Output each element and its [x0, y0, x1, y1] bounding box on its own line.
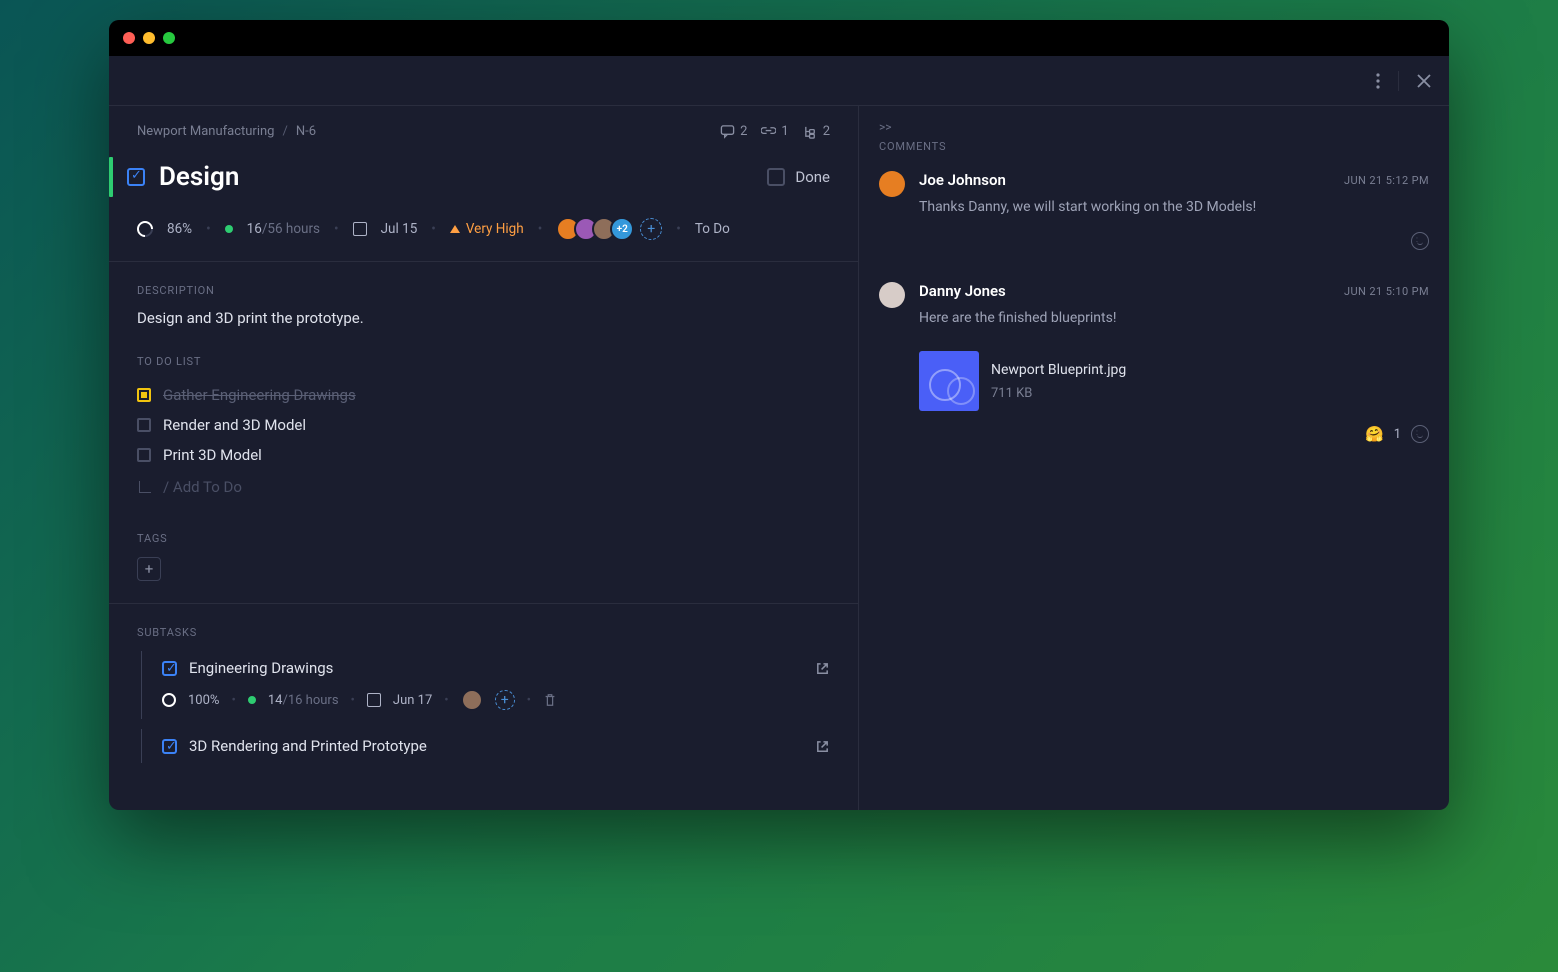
todo-section: To Do List Gather Engineering Drawings R…: [109, 349, 858, 526]
add-todo-input[interactable]: / Add To Do: [137, 470, 830, 504]
assignee-avatars[interactable]: +2 +: [556, 217, 662, 241]
more-menu-icon[interactable]: [1376, 73, 1380, 89]
stat-comments[interactable]: 2: [720, 124, 747, 139]
progress-percent[interactable]: 86%: [167, 221, 192, 237]
section-label: Subtasks: [137, 626, 830, 639]
close-icon[interactable]: [1417, 74, 1431, 88]
priority[interactable]: Very High: [450, 221, 524, 237]
divider: [1398, 71, 1399, 91]
add-assignee-button[interactable]: +: [495, 690, 515, 710]
avatar[interactable]: [879, 171, 905, 197]
add-reaction-icon[interactable]: [1411, 425, 1429, 443]
comment-item: Joe Johnson Jun 21 5:12 PM Thanks Danny,…: [879, 171, 1429, 250]
attachment-name: Newport Blueprint.jpg: [991, 362, 1126, 378]
branch-icon: [139, 481, 151, 493]
comment-text: Thanks Danny, we will start working on t…: [919, 197, 1429, 218]
section-label: To Do List: [137, 355, 830, 368]
status-dot-icon: [225, 225, 233, 233]
subtasks-section: Subtasks Engineering Drawings 100%: [109, 604, 858, 785]
tags-section: Tags +: [109, 526, 858, 603]
comments-panel: >> Comments Joe Johnson Jun 21 5:12 PM T…: [859, 106, 1449, 810]
page-title[interactable]: Design: [159, 162, 239, 192]
todo-item[interactable]: Gather Engineering Drawings: [137, 380, 830, 410]
priority-up-icon: [450, 225, 460, 233]
description-text[interactable]: Design and 3D print the prototype.: [137, 309, 830, 327]
status-label[interactable]: To Do: [695, 221, 730, 237]
todo-checkbox[interactable]: [137, 418, 151, 432]
app-window: Newport Manufacturing / N-6 2 1: [109, 20, 1449, 810]
avatar-more[interactable]: +2: [610, 217, 634, 241]
hours[interactable]: 16/56 hours: [247, 221, 320, 237]
comment-text: Here are the finished blueprints!: [919, 308, 1429, 329]
progress-ring-icon: [134, 218, 157, 241]
subtask-item[interactable]: 3D Rendering and Printed Prototype: [141, 729, 830, 763]
breadcrumb-project[interactable]: Newport Manufacturing: [137, 124, 274, 139]
todo-checkbox[interactable]: [137, 448, 151, 462]
subtask-icon: [803, 124, 818, 139]
collapse-chevron-icon[interactable]: >>: [879, 120, 1429, 134]
due-date[interactable]: Jul 15: [381, 221, 418, 237]
breadcrumb[interactable]: Newport Manufacturing / N-6: [137, 124, 316, 139]
section-label: Description: [137, 284, 830, 297]
attachment-thumbnail[interactable]: [919, 351, 979, 411]
done-toggle[interactable]: Done: [767, 168, 830, 186]
window-close-dot[interactable]: [123, 32, 135, 44]
task-type-icon: [127, 168, 145, 186]
subtask-item[interactable]: Engineering Drawings 100% • 14/16 hours …: [141, 651, 830, 719]
comment-author[interactable]: Danny Jones: [919, 282, 1006, 300]
trash-icon[interactable]: [543, 693, 557, 707]
todo-checkbox[interactable]: [137, 388, 151, 402]
reaction-count: 1: [1394, 427, 1401, 442]
meta-row: 86% • 16/56 hours • Jul 15 • Very High •: [137, 217, 830, 261]
topbar: [109, 56, 1449, 106]
comment-timestamp: Jun 21 5:12 PM: [1344, 174, 1429, 187]
progress-ring-icon: [159, 690, 179, 710]
reaction-emoji[interactable]: 🤗: [1365, 425, 1384, 443]
subtask-meta: 100% • 14/16 hours • Jun 17 • + •: [162, 689, 830, 711]
description-section: Description Design and 3D print the prot…: [109, 262, 858, 349]
todo-item[interactable]: Render and 3D Model: [137, 410, 830, 440]
attachment[interactable]: Newport Blueprint.jpg 711 KB: [919, 351, 1429, 411]
task-type-icon: [162, 739, 177, 754]
calendar-icon: [367, 693, 381, 707]
avatar[interactable]: [461, 689, 483, 711]
breadcrumb-sep: /: [282, 124, 287, 139]
titlebar: [109, 20, 1449, 56]
add-assignee-button[interactable]: +: [640, 218, 662, 240]
add-reaction-icon[interactable]: [1411, 232, 1429, 250]
section-label: Comments: [879, 140, 1429, 153]
breadcrumb-id[interactable]: N-6: [296, 124, 316, 139]
done-checkbox[interactable]: [767, 168, 785, 186]
window-zoom-dot[interactable]: [163, 32, 175, 44]
task-type-icon: [162, 661, 177, 676]
status-dot-icon: [248, 696, 256, 704]
attachment-size: 711 KB: [991, 386, 1126, 401]
open-external-icon[interactable]: [815, 661, 830, 676]
stat-subtasks[interactable]: 2: [803, 124, 830, 139]
avatar[interactable]: [879, 282, 905, 308]
open-external-icon[interactable]: [815, 739, 830, 754]
comment-icon: [720, 124, 735, 139]
comment-author[interactable]: Joe Johnson: [919, 171, 1006, 189]
calendar-icon: [353, 222, 367, 236]
todo-item[interactable]: Print 3D Model: [137, 440, 830, 470]
add-tag-button[interactable]: +: [137, 557, 161, 581]
content-area: Newport Manufacturing / N-6 2 1: [109, 106, 1449, 810]
comment-timestamp: Jun 21 5:10 PM: [1344, 285, 1429, 298]
task-panel: Newport Manufacturing / N-6 2 1: [109, 106, 859, 810]
window-minimize-dot[interactable]: [143, 32, 155, 44]
comment-item: Danny Jones Jun 21 5:10 PM Here are the …: [879, 282, 1429, 443]
accent-bar: [109, 157, 113, 197]
task-stats: 2 1 2: [720, 124, 830, 139]
stat-links[interactable]: 1: [761, 124, 788, 139]
link-icon: [761, 124, 776, 139]
section-label: Tags: [137, 532, 830, 545]
